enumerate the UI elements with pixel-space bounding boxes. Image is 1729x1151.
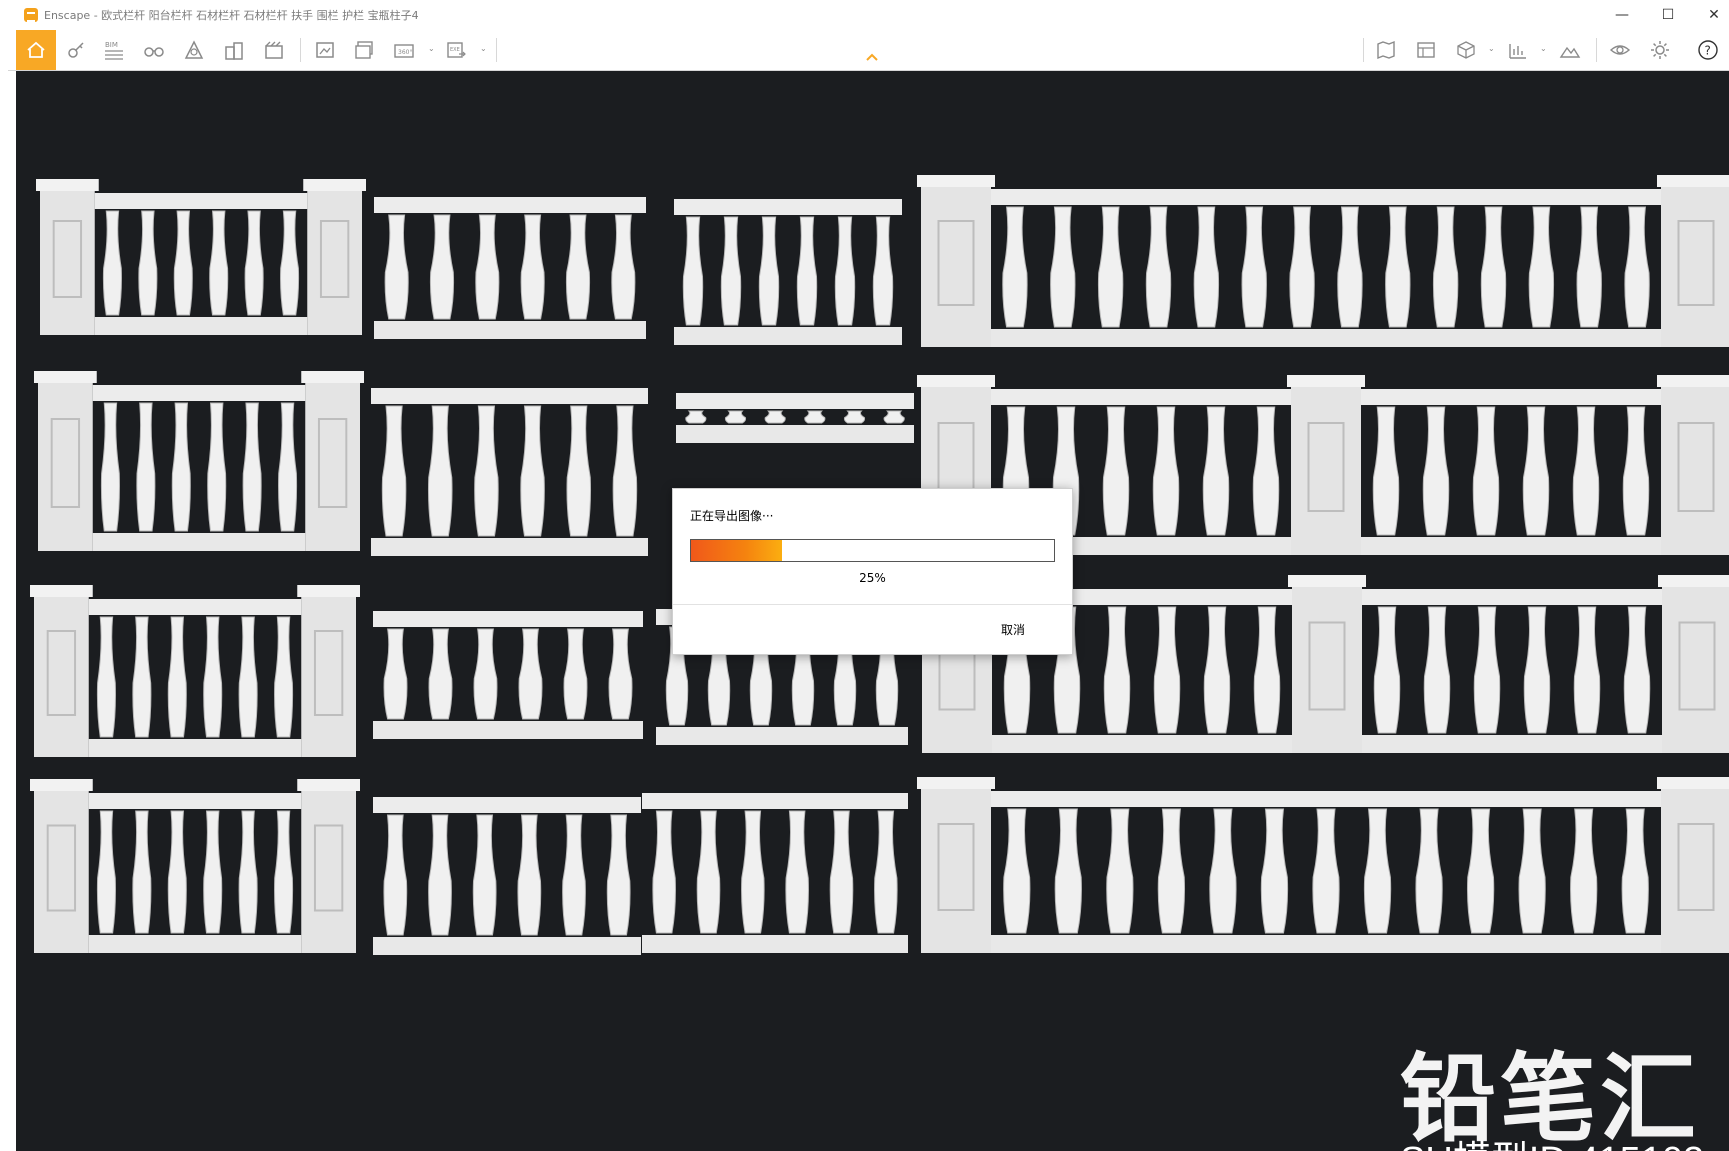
- asset-library-icon: [184, 40, 204, 59]
- toolbar-separator: [496, 38, 497, 62]
- video-icon: [265, 41, 283, 59]
- video-editor-button[interactable]: [262, 38, 286, 62]
- home-icon: [27, 41, 45, 58]
- cube-button[interactable]: [1454, 38, 1478, 62]
- balustrade: [674, 199, 902, 345]
- panorama-360-icon: 360°: [394, 44, 414, 58]
- export-exe-icon: EXE: [447, 42, 466, 58]
- binoculars-icon: [144, 47, 164, 57]
- balustrade: [374, 197, 646, 339]
- cancel-button[interactable]: 取消: [1001, 621, 1025, 638]
- svg-text:?: ?: [1705, 44, 1711, 58]
- batch-render-icon: [355, 41, 373, 59]
- minimize-button[interactable]: —: [1599, 0, 1645, 30]
- balustrade: [917, 777, 1729, 953]
- panorama-dropdown-caret-icon[interactable]: ⌄: [428, 44, 435, 53]
- panorama-button[interactable]: 360°: [392, 38, 416, 62]
- settings-button[interactable]: [1648, 38, 1672, 62]
- settings-icon: [1651, 41, 1669, 59]
- balustrade: [917, 175, 1729, 347]
- collapse-toolbar-chevron-icon[interactable]: [865, 52, 879, 62]
- screenshot-button[interactable]: [313, 38, 337, 62]
- chart-icon: [1509, 44, 1526, 59]
- asset-library-button[interactable]: [182, 38, 206, 62]
- help-icon: ?: [1698, 40, 1718, 60]
- svg-text:360°: 360°: [398, 49, 412, 56]
- enscape-logo-icon: [24, 8, 38, 22]
- export-exe-button[interactable]: EXE: [444, 38, 468, 62]
- material-button[interactable]: [1414, 38, 1438, 62]
- toolbar-separator: [1596, 38, 1597, 62]
- progress-percent-label: 25%: [859, 571, 886, 585]
- chart-dropdown-caret-icon[interactable]: ⌄: [1540, 44, 1547, 53]
- export-progress-bar: [690, 539, 1055, 562]
- bim-button[interactable]: BIM: [102, 38, 126, 62]
- window-controls: — ☐ ✕: [1599, 0, 1729, 30]
- help-button[interactable]: ?: [1696, 38, 1720, 62]
- enscape-window: Enscape - 欧式栏杆 阳台栏杆 石材栏杆 石材栏杆 扶手 围栏 护栏 宝…: [0, 0, 1729, 1151]
- export-progress-dialog: 正在导出图像··· 25% 取消: [672, 488, 1073, 655]
- chart-button[interactable]: [1506, 38, 1530, 62]
- close-button[interactable]: ✕: [1691, 0, 1729, 30]
- toolbar-separator: [1363, 38, 1364, 62]
- balustrade: [30, 585, 360, 757]
- eye-icon: [1609, 45, 1631, 55]
- building-button[interactable]: [222, 38, 246, 62]
- home-button[interactable]: [16, 30, 56, 70]
- screenshot-icon: [316, 42, 334, 58]
- dialog-title: 正在导出图像···: [690, 509, 774, 523]
- binoculars-button[interactable]: [142, 38, 166, 62]
- balustrade: [676, 393, 914, 443]
- balustrade: [371, 388, 648, 556]
- dialog-divider: [673, 604, 1072, 605]
- balustrade: [30, 779, 360, 953]
- toolbar: BIM 360° ⌄ EXE ⌄ ⌄ ⌄ ?: [8, 30, 1729, 71]
- batch-render-button[interactable]: [352, 38, 376, 62]
- building-icon: [225, 42, 243, 60]
- key-button[interactable]: [64, 38, 88, 62]
- map-icon: [1377, 40, 1395, 60]
- balustrade: [36, 179, 366, 335]
- key-icon: [68, 42, 84, 58]
- bim-list-icon: BIM: [105, 41, 123, 60]
- watermark-model-id: SU模型ID:415103: [1400, 1129, 1704, 1151]
- svg-text:BIM: BIM: [105, 41, 118, 49]
- export-dropdown-caret-icon[interactable]: ⌄: [480, 44, 487, 53]
- balustrade: [373, 611, 643, 739]
- balustrade: [642, 793, 908, 953]
- title-bar: Enscape - 欧式栏杆 阳台栏杆 石材栏杆 石材栏杆 扶手 围栏 护栏 宝…: [8, 0, 1729, 30]
- toolbar-separator: [300, 38, 301, 62]
- material-icon: [1417, 42, 1435, 58]
- balustrade: [373, 797, 641, 955]
- mountain-icon: [1559, 46, 1581, 58]
- export-progress-fill: [691, 540, 782, 561]
- mountain-button[interactable]: [1558, 38, 1582, 62]
- balustrade: [34, 371, 364, 551]
- visual-settings-button[interactable]: [1608, 38, 1632, 62]
- window-title: Enscape - 欧式栏杆 阳台栏杆 石材栏杆 石材栏杆 扶手 围栏 护栏 宝…: [44, 9, 419, 22]
- map-button[interactable]: [1374, 38, 1398, 62]
- cube-icon: [1457, 41, 1475, 59]
- svg-text:EXE: EXE: [450, 47, 460, 53]
- maximize-button[interactable]: ☐: [1645, 0, 1691, 30]
- cube-dropdown-caret-icon[interactable]: ⌄: [1488, 44, 1495, 53]
